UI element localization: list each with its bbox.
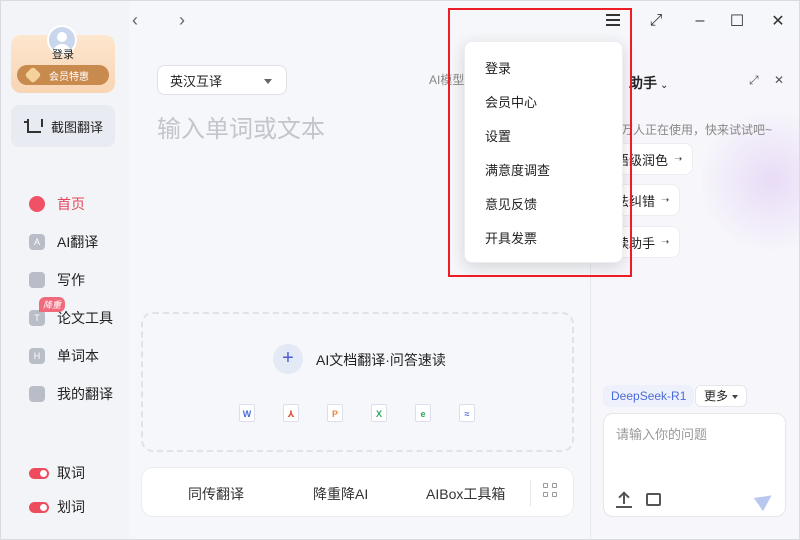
chip-label: 语级润色	[616, 152, 669, 168]
word-pick-toggle[interactable]	[29, 467, 49, 479]
more-label: 更多	[704, 389, 729, 403]
language-select-value: 英汉互译	[170, 73, 223, 89]
sidebar-item-wordbook[interactable]: H 单词本	[21, 337, 125, 375]
image-icon[interactable]	[646, 493, 661, 506]
user-card[interactable]: 登录 会员特惠	[11, 25, 115, 93]
menu-item-login[interactable]: 登录	[465, 52, 622, 86]
crop-icon	[24, 119, 43, 133]
pdf-file-icon: ⅄	[283, 404, 299, 422]
menu-item-member-center[interactable]: 会员中心	[465, 86, 622, 120]
paper-icon: T	[29, 310, 45, 326]
vip-diamond-icon	[24, 66, 42, 84]
plus-icon[interactable]: +	[273, 344, 303, 374]
tab-simultaneous-interpretation[interactable]: 同传翻译	[188, 484, 244, 504]
arrow-right-icon: ➝	[661, 236, 670, 248]
menu-item-invoice[interactable]: 开具发票	[465, 222, 622, 256]
expand-icon[interactable]: ⤢	[749, 73, 759, 88]
menu-item-feedback[interactable]: 意见反馈	[465, 188, 622, 222]
sidebar-item-home[interactable]: 首页	[21, 185, 125, 223]
sidebar-nav: 首页 A AI翻译 写作 降重 T 论文工具 H 单词本 我的翻译	[21, 185, 125, 413]
chevron-down-icon	[732, 394, 739, 399]
chat-input[interactable]: 请输入你的问题	[616, 424, 707, 443]
sidebar-item-label: AI翻译	[57, 234, 99, 250]
word-file-icon: W	[239, 404, 255, 422]
pin-window-icon[interactable]: ⤢	[645, 10, 667, 32]
sidebar-item-my-translation[interactable]: 我的翻译	[21, 375, 125, 413]
sidebar-item-label: 论文工具	[57, 310, 113, 326]
selection-translate-toggle[interactable]	[29, 501, 49, 513]
sidebar-item-writing[interactable]: 写作	[21, 261, 125, 299]
ai-model-label[interactable]: AI模型	[429, 71, 464, 88]
sidebar-item-label: 首页	[57, 196, 85, 212]
app-window: 登录 会员特惠 截图翻译 首页 A AI翻译 写作 降重 T 论文工具 H 单词…	[0, 0, 800, 540]
forward-arrow-icon[interactable]: ›	[172, 11, 192, 31]
translate-input[interactable]: 输入单词或文本	[157, 109, 325, 144]
epub-file-icon: e	[415, 404, 431, 422]
document-drop-zone[interactable]: + AI文档翻译·问答速读 W ⅄ P X e ≈	[141, 312, 574, 452]
tab-reduce-plagiarism[interactable]: 降重降AI	[313, 484, 368, 504]
screenshot-translate-label: 截图翻译	[51, 119, 104, 135]
arrow-right-icon: ➝	[661, 194, 670, 206]
reduce-badge: 降重	[39, 297, 66, 312]
more-dropdown[interactable]: 更多	[695, 385, 748, 407]
back-arrow-icon[interactable]: ‹	[125, 11, 145, 31]
sidebar-item-ai-translate[interactable]: A AI翻译	[21, 223, 125, 261]
sidebar-item-label: 我的翻译	[57, 386, 113, 402]
minimize-icon[interactable]: –	[689, 10, 711, 32]
bottom-tools-bar: 同传翻译 降重降AI AIBox工具箱	[141, 467, 574, 517]
close-icon[interactable]: ✕	[767, 10, 789, 32]
screenshot-translate-button[interactable]: 截图翻译	[11, 105, 115, 147]
chevron-down-icon	[264, 79, 272, 84]
apps-grid-icon[interactable]	[543, 483, 559, 499]
chevron-down-icon: ⌄	[660, 80, 669, 91]
upload-icon[interactable]	[616, 492, 632, 508]
hamburger-menu-icon[interactable]	[606, 14, 620, 26]
excel-file-icon: X	[371, 404, 387, 422]
selection-translate-label: 划词	[57, 499, 85, 515]
assistant-hint: 万人正在使用，快来试试吧~	[621, 123, 773, 137]
main-menu-dropdown: 登录 会员中心 设置 满意度调查 意见反馈 开具发票	[464, 41, 623, 263]
vip-offer-button[interactable]: 会员特惠	[17, 65, 109, 85]
assistant-title[interactable]: 助手 ⌄	[629, 73, 668, 93]
sidebar-item-label: 写作	[57, 272, 85, 288]
pen-icon	[29, 272, 45, 288]
home-icon	[29, 196, 45, 212]
send-icon[interactable]	[753, 488, 777, 512]
maximize-icon[interactable]: ☐	[726, 10, 748, 32]
tab-aibox-toolbox[interactable]: AIBox工具箱	[426, 484, 505, 504]
sidebar-item-label: 单词本	[57, 348, 99, 364]
ppt-file-icon: P	[327, 404, 343, 422]
word-pick-label: 取词	[57, 465, 85, 481]
assistant-title-text: 助手	[629, 75, 657, 91]
vip-label: 会员特惠	[49, 71, 89, 83]
menu-item-settings[interactable]: 设置	[465, 120, 622, 154]
menu-item-survey[interactable]: 满意度调查	[465, 154, 622, 188]
sidebar: 登录 会员特惠 截图翻译 首页 A AI翻译 写作 降重 T 论文工具 H 单词…	[1, 1, 129, 539]
model-selector[interactable]: DeepSeek-R1	[603, 385, 695, 407]
selection-translate-toggle-row[interactable]: 划词	[29, 496, 85, 518]
sidebar-item-paper-tools[interactable]: 降重 T 论文工具	[21, 297, 125, 337]
close-panel-icon[interactable]: ✕	[774, 73, 784, 87]
arrow-right-icon: ➝	[674, 153, 683, 165]
image-file-icon: ≈	[459, 404, 475, 422]
document-translate-title[interactable]: AI文档翻译·问答速读	[316, 350, 446, 370]
ai-translate-icon: A	[29, 234, 45, 250]
word-pick-toggle-row[interactable]: 取词	[29, 462, 85, 484]
chat-input-box[interactable]: 请输入你的问题	[603, 413, 786, 517]
file-type-icons: W ⅄ P X e ≈	[239, 404, 503, 422]
language-select[interactable]: 英汉互译	[157, 65, 287, 95]
wordbook-icon: H	[29, 348, 45, 364]
login-label[interactable]: 登录	[11, 46, 115, 62]
my-translation-icon	[29, 386, 45, 402]
divider	[530, 480, 531, 506]
